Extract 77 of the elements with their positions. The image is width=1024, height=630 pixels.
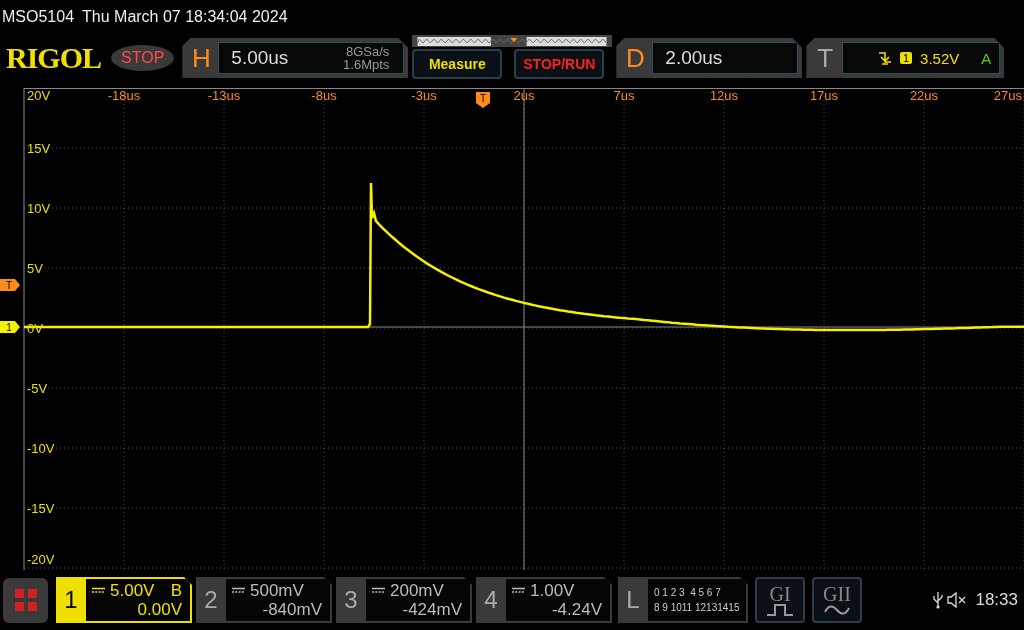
- channel-number: 4: [483, 585, 499, 615]
- dc-coupling-icon: [372, 587, 385, 594]
- horizontal-letter: H: [190, 42, 212, 74]
- time-axis-label: -18us: [107, 88, 141, 103]
- run-state-badge: STOP: [111, 45, 175, 71]
- voltage-axis-label: 10V: [27, 201, 51, 216]
- voltage-axis-label: 5V: [27, 261, 43, 276]
- channel-panel[interactable]: 1 5.00V B 0.00V: [56, 577, 192, 623]
- grid-icon: [14, 589, 37, 611]
- dc-coupling-icon: [512, 587, 525, 594]
- voltage-axis-label: -15V: [27, 501, 55, 516]
- time-axis-label: -8us: [311, 88, 337, 103]
- channel-number: 3: [343, 585, 359, 615]
- trigger-mode: A: [981, 49, 992, 67]
- channel-offset: -4.24V: [551, 600, 602, 619]
- pulse-wave-icon: [767, 604, 793, 616]
- trigger-source-badge: 1: [899, 52, 913, 64]
- time-axis-label: 2us: [513, 88, 535, 103]
- time-axis-label: -13us: [207, 88, 241, 103]
- generator-label: GI: [769, 584, 791, 604]
- trigger-level: 3.52V: [920, 49, 960, 67]
- channel-scale: 1.00V: [530, 581, 575, 600]
- trigger-letter: T: [816, 42, 835, 74]
- trigger-panel[interactable]: T 1 3.52V A: [806, 38, 1005, 78]
- dc-coupling-icon: [92, 587, 105, 594]
- generator-label: GII: [823, 584, 851, 604]
- measure-button[interactable]: Measure: [412, 49, 503, 79]
- logic-panel[interactable]: L 0 1 2 3 4 5 6 7 8 9 1011 12131415: [618, 577, 748, 623]
- channel-offset-marker[interactable]: 1: [0, 321, 20, 333]
- menu-button[interactable]: [3, 577, 48, 623]
- date-time: Thu March 07 18:34:04 2024: [82, 8, 288, 26]
- delay-value: 2.00us: [665, 47, 723, 69]
- time-axis-label: 22us: [909, 88, 939, 103]
- channel-number: 1: [63, 585, 79, 615]
- sine-wave-icon: [824, 604, 850, 616]
- channel-scale: 200mV: [390, 581, 444, 600]
- voltage-axis-label: 15V: [27, 141, 51, 156]
- trigger-position-marker[interactable]: T: [476, 92, 490, 108]
- generator-button[interactable]: GII: [812, 577, 862, 623]
- time-axis-label: -3us: [411, 88, 437, 103]
- time-axis-label: 27us: [993, 88, 1022, 103]
- channel-panel[interactable]: 4 1.00V -4.24V: [476, 577, 612, 623]
- channel-offset: -840mV: [262, 600, 322, 619]
- time-axis-label: 7us: [613, 88, 635, 103]
- delay-letter: D: [624, 42, 646, 74]
- clock: 18:33: [975, 590, 1018, 610]
- delay-panel[interactable]: D 2.00us: [616, 38, 803, 78]
- speaker-muted-icon: [947, 592, 968, 608]
- channel-panel[interactable]: 2 500mV -840mV: [196, 577, 332, 623]
- channel-offset: -424mV: [402, 600, 462, 619]
- voltage-axis-label: 20V: [27, 88, 51, 103]
- trigger-level-marker[interactable]: T: [0, 279, 20, 291]
- model-name: MSO5104: [2, 8, 75, 26]
- time-axis-label: 12us: [709, 88, 739, 103]
- channel-scale: 500mV: [250, 581, 304, 600]
- channel-scale: 5.00V: [110, 581, 155, 600]
- horizontal-panel[interactable]: H 5.00us 8GSa/s 1.6Mpts: [182, 38, 409, 78]
- logic-channels-row-text: 8 9 1011 12131415: [654, 601, 741, 615]
- channel-panel[interactable]: 3 200mV -424mV: [336, 577, 472, 623]
- logic-letter: L: [625, 585, 641, 615]
- time-scale: 5.00us: [231, 47, 289, 69]
- stop-run-button[interactable]: STOP/RUN: [514, 49, 605, 79]
- logic-channels-row-text: 0 1 2 3 4 5 6 7: [654, 586, 722, 600]
- time-axis-label: 17us: [809, 88, 839, 103]
- bandwidth-limit-label: B: [170, 581, 182, 600]
- logo: RIGOL: [6, 41, 102, 75]
- voltage-axis-label: -20V: [27, 552, 55, 567]
- dc-coupling-icon: [232, 587, 245, 594]
- channel-offset: 0.00V: [137, 600, 182, 619]
- sample-rate: 8GSa/s: [345, 45, 390, 58]
- voltage-axis-label: -5V: [27, 381, 48, 396]
- usb-icon: [933, 591, 944, 609]
- channel-number: 2: [203, 585, 219, 615]
- voltage-axis-label: -10V: [27, 441, 55, 456]
- generator-button[interactable]: GI: [755, 577, 805, 623]
- memory-depth: 1.6Mpts: [343, 58, 390, 71]
- falling-edge-icon: [877, 51, 892, 65]
